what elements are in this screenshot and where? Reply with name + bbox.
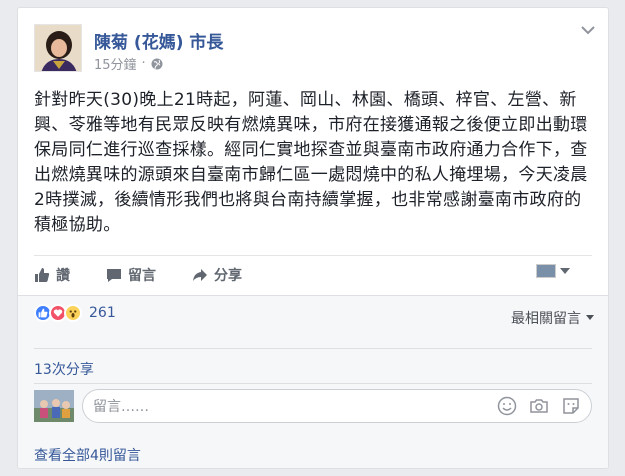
- post-timestamp[interactable]: 15分鐘: [94, 54, 137, 73]
- comment-icon: [107, 269, 121, 282]
- like-label: 讚: [56, 268, 70, 284]
- comment-placeholder: 留言……: [93, 399, 149, 415]
- globe-icon: [151, 58, 163, 69]
- reaction-count[interactable]: 261: [89, 305, 116, 321]
- divider: [34, 255, 592, 256]
- comment-label: 留言: [128, 268, 156, 284]
- camera-icon[interactable]: [529, 396, 549, 416]
- comment-button[interactable]: 留言: [106, 265, 156, 285]
- emoji-icon[interactable]: [497, 396, 517, 416]
- comment-sort-dropdown[interactable]: 最相關留言: [511, 308, 594, 328]
- caret-down-icon: [586, 315, 594, 320]
- commenter-avatar[interactable]: [34, 390, 74, 422]
- share-label: 分享: [214, 268, 242, 284]
- author-avatar[interactable]: [34, 24, 82, 72]
- divider: [34, 348, 592, 349]
- view-all-comments-link[interactable]: 查看全部4則留言: [34, 445, 141, 465]
- share-count[interactable]: 13次分享: [34, 359, 94, 379]
- author-name[interactable]: 陳菊 (花媽) 市長: [94, 28, 223, 53]
- reaction-summary[interactable]: 261: [34, 304, 116, 322]
- comment-input[interactable]: 留言……: [82, 389, 592, 423]
- thumbs-up-icon: [35, 268, 50, 282]
- comment-tools: [497, 396, 581, 416]
- post-body: 針對昨天(30)晚上21時起，阿蓮、岡山、林園、橋頭、梓官、左營、新興、苓雅等地…: [34, 90, 588, 235]
- sticker-icon[interactable]: [561, 396, 581, 416]
- post-meta: 15分鐘 ·: [94, 54, 163, 73]
- divider: [34, 383, 592, 384]
- page-thumbnail: [536, 264, 556, 278]
- action-bar: 讚 留言 分享: [34, 260, 592, 290]
- sort-label: 最相關留言: [511, 311, 581, 327]
- share-button[interactable]: 分享: [192, 265, 242, 285]
- chevron-down-icon[interactable]: [580, 24, 596, 36]
- post-card: 陳菊 (花媽) 市長 15分鐘 · 針對昨天(30)晚上21時起，阿蓮、岡山、林…: [17, 7, 609, 469]
- like-button[interactable]: 讚: [34, 265, 70, 285]
- caret-down-icon: [560, 268, 570, 274]
- share-arrow-icon: [193, 269, 207, 281]
- wow-icon: [64, 304, 82, 322]
- post-as-selector[interactable]: [536, 264, 570, 278]
